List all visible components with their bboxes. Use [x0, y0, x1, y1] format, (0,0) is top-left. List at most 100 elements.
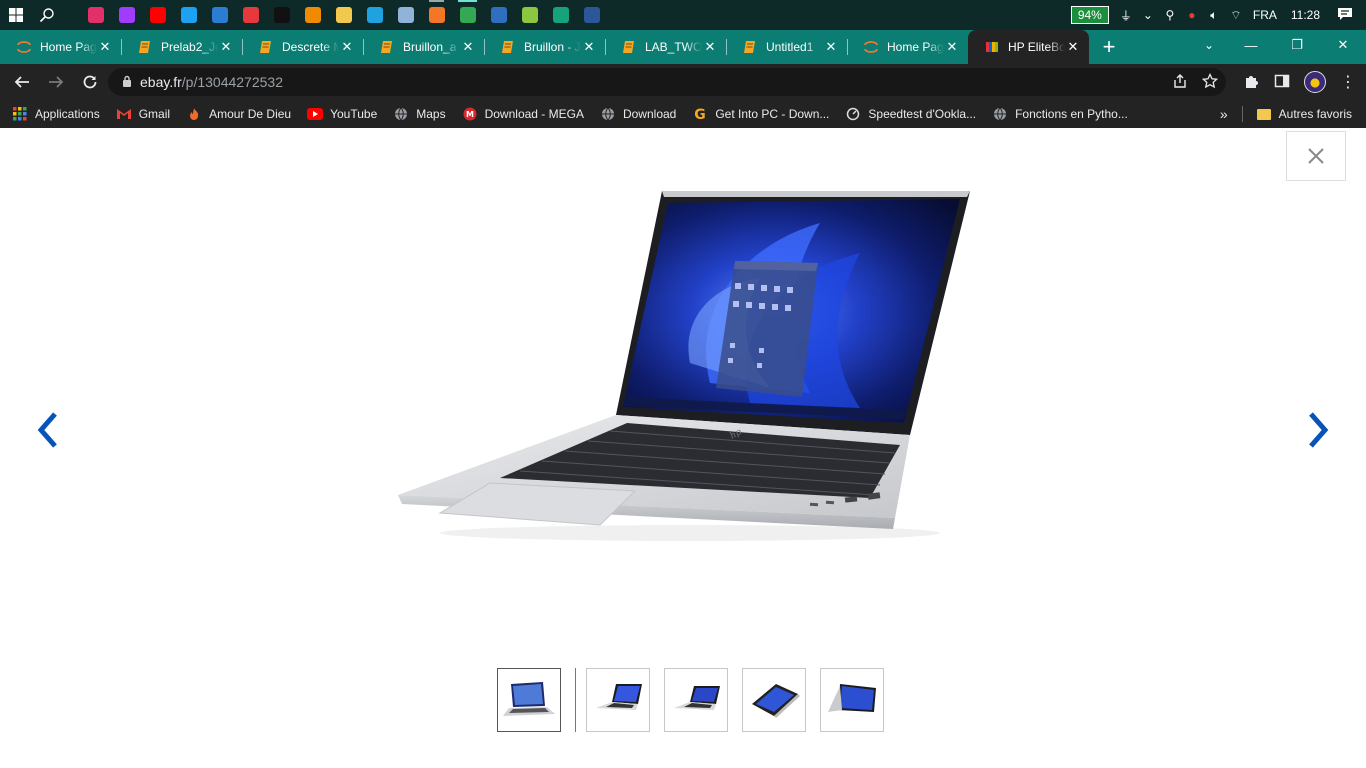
- snip-taskbar-button[interactable]: [235, 0, 266, 30]
- side-panel-icon[interactable]: [1274, 73, 1290, 92]
- browser-tab[interactable]: Home Page✕: [0, 30, 121, 64]
- ebay-favicon-icon: [984, 39, 1000, 55]
- tab-close-icon[interactable]: ✕: [97, 39, 113, 55]
- laptop-thumbnail-image: [674, 686, 720, 710]
- tab-title: Bruillon - J: [524, 40, 581, 54]
- laptop-thumbnail-image: [503, 682, 555, 716]
- tab-close-icon[interactable]: ✕: [702, 39, 718, 55]
- lock-icon[interactable]: [122, 75, 140, 90]
- tab-close-icon[interactable]: ✕: [1065, 39, 1081, 55]
- minimize-button[interactable]: —: [1228, 30, 1274, 60]
- browser-tab[interactable]: Descrete M ✕: [242, 30, 363, 64]
- jupyter-taskbar-button[interactable]: [421, 0, 452, 30]
- messenger-taskbar-button[interactable]: [111, 0, 142, 30]
- new-tab-button[interactable]: +: [1089, 30, 1129, 64]
- browser-tab[interactable]: Home Page✕: [847, 30, 968, 64]
- twitter-taskbar-button[interactable]: [173, 0, 204, 30]
- bookmark-item[interactable]: Fonctions en Pytho...: [992, 106, 1128, 122]
- tab-close-icon[interactable]: ✕: [944, 39, 960, 55]
- thumbnail-5[interactable]: [820, 668, 884, 732]
- tab-close-icon[interactable]: ✕: [823, 39, 839, 55]
- search-taskbar-button[interactable]: [31, 0, 62, 30]
- photos-taskbar-button[interactable]: [483, 0, 514, 30]
- instagram-taskbar-button[interactable]: [80, 0, 111, 30]
- address-bar[interactable]: ebay.fr/p/13044272532: [108, 68, 1226, 96]
- bookmark-item[interactable]: Amour De Dieu: [186, 106, 291, 122]
- back-button[interactable]: [6, 66, 38, 98]
- tab-close-icon[interactable]: ✕: [460, 39, 476, 55]
- volume-icon[interactable]: 🔈︎: [1203, 8, 1225, 23]
- previous-image-arrow[interactable]: [33, 410, 63, 450]
- thumbnail-2[interactable]: [586, 668, 650, 732]
- notifications-icon[interactable]: [1334, 6, 1356, 25]
- browser-tab[interactable]: LAB_TWO_✕: [605, 30, 726, 64]
- battery-indicator[interactable]: 94%: [1070, 6, 1109, 24]
- reload-button[interactable]: [74, 66, 106, 98]
- wifi-icon[interactable]: ⌔: [1225, 8, 1247, 23]
- browser-tab[interactable]: Bruillon - J ✕: [484, 30, 605, 64]
- tab-close-icon[interactable]: ✕: [218, 39, 234, 55]
- tab-search-chevron-icon[interactable]: ⌄: [1204, 38, 1214, 52]
- chrome-icon: [459, 7, 476, 23]
- globe-icon: [600, 106, 616, 122]
- remote-desktop-taskbar-button[interactable]: [390, 0, 421, 30]
- bookmark-item[interactable]: Speedtest d'Ookla...: [845, 106, 976, 122]
- close-viewer-button[interactable]: [1286, 131, 1346, 181]
- mail-taskbar-button[interactable]: [204, 0, 235, 30]
- snip-icon: [242, 7, 259, 23]
- browser-tab[interactable]: Prelab2_Jo ✕: [121, 30, 242, 64]
- close-window-button[interactable]: ✕: [1320, 30, 1366, 60]
- pycharm-taskbar-button[interactable]: [266, 0, 297, 30]
- windows-taskbar: 94% ⏚ ⌄ ⚲ ● 🔈︎ ⌔ FRA 11:28: [0, 0, 1366, 30]
- shield-app-taskbar-button[interactable]: [545, 0, 576, 30]
- next-image-arrow[interactable]: [1303, 410, 1333, 450]
- menu-kebab-icon[interactable]: ⋮: [1340, 72, 1356, 92]
- clock[interactable]: 11:28: [1291, 8, 1320, 22]
- youtube-taskbar-button[interactable]: [142, 0, 173, 30]
- windows-start-taskbar-button[interactable]: [0, 0, 31, 30]
- word-icon: [583, 7, 600, 23]
- bookmark-item[interactable]: Applications: [12, 106, 100, 122]
- bookmark-item[interactable]: M Download - MEGA: [462, 106, 584, 122]
- language-indicator[interactable]: FRA: [1253, 8, 1277, 22]
- bookmark-item[interactable]: Gmail: [116, 106, 170, 122]
- share-icon[interactable]: [1172, 73, 1188, 92]
- tab-close-icon[interactable]: ✕: [339, 39, 355, 55]
- thumbnail-4[interactable]: [742, 668, 806, 732]
- chrome-taskbar-button[interactable]: [452, 0, 483, 30]
- forward-button[interactable]: [40, 66, 72, 98]
- bookmark-item[interactable]: Download: [600, 106, 676, 122]
- edge-taskbar-button[interactable]: [359, 0, 390, 30]
- file-explorer-taskbar-button[interactable]: [328, 0, 359, 30]
- bookmark-item[interactable]: Maps: [393, 106, 446, 122]
- thumbnail-1[interactable]: [497, 668, 561, 732]
- chevron-up-icon[interactable]: ⌄: [1137, 8, 1159, 22]
- tab-close-icon[interactable]: ✕: [581, 39, 597, 55]
- bookmark-item[interactable]: G Get Into PC - Down...: [692, 106, 830, 122]
- tab-title: Descrete M: [282, 40, 339, 54]
- extensions-puzzle-icon[interactable]: [1244, 73, 1260, 92]
- browser-tab[interactable]: Bruillon_a ✕: [363, 30, 484, 64]
- vlc-taskbar-button[interactable]: [297, 0, 328, 30]
- usb-icon[interactable]: ⚲: [1159, 8, 1181, 22]
- bookmark-star-icon[interactable]: [1201, 72, 1219, 92]
- bluestacks-icon: [521, 7, 538, 23]
- bluestacks-taskbar-button[interactable]: [514, 0, 545, 30]
- bookmark-item[interactable]: YouTube: [307, 106, 377, 122]
- browser-tab[interactable]: HP EliteBo ✕: [968, 30, 1089, 64]
- other-bookmarks-folder[interactable]: Autres favoris: [1256, 107, 1352, 121]
- antivirus-icon[interactable]: ●: [1181, 8, 1203, 22]
- more-bookmarks-chevron-icon[interactable]: »: [1220, 106, 1228, 122]
- bookmark-label: Fonctions en Pytho...: [1015, 107, 1128, 121]
- word-taskbar-button[interactable]: [576, 0, 607, 30]
- url-path: /p/13044272532: [181, 74, 283, 90]
- bookmark-label: Gmail: [138, 107, 171, 121]
- notebook-favicon-icon: [137, 39, 153, 55]
- shield-app-icon: [552, 7, 569, 23]
- thumbnail-3[interactable]: [664, 668, 728, 732]
- profile-avatar[interactable]: [1304, 71, 1326, 93]
- power-plug-icon[interactable]: ⏚: [1115, 7, 1137, 24]
- photos-icon: [490, 7, 507, 23]
- restore-button[interactable]: ❐: [1274, 30, 1320, 60]
- browser-tab[interactable]: Untitled1 ✕: [726, 30, 847, 64]
